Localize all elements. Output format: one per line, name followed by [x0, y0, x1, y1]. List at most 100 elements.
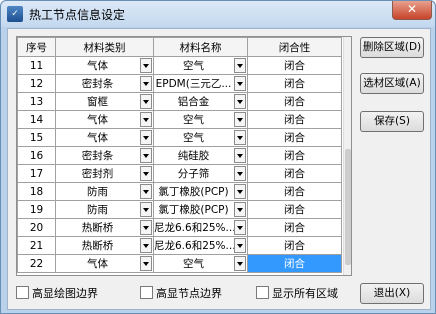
dropdown-arrow-icon[interactable] [234, 238, 246, 253]
closure-cell[interactable]: 闭合 [247, 200, 342, 219]
closure-cell[interactable]: 闭合 [247, 92, 342, 111]
category-select[interactable]: 气体 [55, 128, 154, 147]
dropdown-arrow-icon[interactable] [234, 94, 246, 109]
dropdown-arrow-icon[interactable] [234, 58, 246, 73]
dropdown-arrow-icon[interactable] [140, 94, 152, 109]
dropdown-arrow-icon[interactable] [140, 76, 152, 91]
closure-cell[interactable]: 闭合 [247, 218, 342, 237]
checkbox-label: 高显绘图边界 [32, 287, 98, 300]
dropdown-arrow-icon[interactable] [140, 166, 152, 181]
material-select[interactable]: 氯丁橡胶(PCP) [153, 200, 248, 219]
category-select[interactable]: 热断桥 [55, 236, 154, 255]
material-select[interactable]: 铝合金 [153, 92, 248, 111]
checkbox-box[interactable] [256, 286, 269, 299]
category-value: 防雨 [87, 186, 108, 198]
dropdown-arrow-icon[interactable] [140, 184, 152, 199]
table-row[interactable]: 22 气体 空气 闭合 [17, 254, 342, 273]
checkbox-label: 显示所有区域 [272, 287, 338, 300]
material-select[interactable]: EPDM(三元乙... [153, 74, 248, 93]
category-select[interactable]: 密封剂 [55, 164, 154, 183]
closure-cell[interactable]: 闭合 [247, 164, 342, 183]
dropdown-arrow-icon[interactable] [234, 202, 246, 217]
dropdown-arrow-icon[interactable] [234, 112, 246, 127]
table-row[interactable]: 21 热断桥 尼龙6.6和25%... 闭合 [17, 236, 342, 255]
dropdown-arrow-icon[interactable] [140, 130, 152, 145]
material-select[interactable]: 空气 [153, 254, 248, 273]
table-row[interactable]: 12 密封条 EPDM(三元乙... 闭合 [17, 74, 342, 93]
vertical-scrollbar[interactable] [343, 37, 351, 275]
dropdown-arrow-icon[interactable] [140, 202, 152, 217]
highlight-node-border-checkbox[interactable]: 高显节点边界 [140, 285, 222, 300]
node-table: 序号 材料类别 材料名称 闭合性 11 气体 空气 闭合 12 密封条 EPDM(三元乙..… [17, 37, 342, 273]
table-row[interactable]: 19 防雨 氯丁橡胶(PCP) 闭合 [17, 200, 342, 219]
category-select[interactable]: 防雨 [55, 200, 154, 219]
table-row[interactable]: 17 密封剂 分子筛 闭合 [17, 164, 342, 183]
table-row[interactable]: 11 气体 空气 闭合 [17, 56, 342, 75]
select-region-button[interactable]: 选材区域(A) [360, 73, 424, 94]
delete-region-button[interactable]: 删除区域(D) [360, 37, 424, 58]
closure-cell[interactable]: 闭合 [247, 128, 342, 147]
exit-button[interactable]: 退出(X) [360, 283, 424, 304]
category-select[interactable]: 密封条 [55, 74, 154, 93]
checkbox-box[interactable] [140, 286, 153, 299]
table-row[interactable]: 16 密封条 纯硅胶 闭合 [17, 146, 342, 165]
dropdown-arrow-icon[interactable] [234, 130, 246, 145]
material-select[interactable]: 氯丁橡胶(PCP) [153, 182, 248, 201]
material-select[interactable]: 尼龙6.6和25%... [153, 236, 248, 255]
material-select[interactable]: 分子筛 [153, 164, 248, 183]
highlight-draw-border-checkbox[interactable]: 高显绘图边界 [16, 285, 98, 300]
closure-cell[interactable]: 闭合 [247, 110, 342, 129]
close-icon[interactable]: ✕ [392, 1, 432, 20]
category-select[interactable]: 密封条 [55, 146, 154, 165]
category-select[interactable]: 防雨 [55, 182, 154, 201]
dropdown-arrow-icon[interactable] [234, 148, 246, 163]
checkbox-label: 高显节点边界 [156, 287, 222, 300]
table-row[interactable]: 14 气体 空气 闭合 [17, 110, 342, 129]
material-select[interactable]: 纯硅胶 [153, 146, 248, 165]
category-select[interactable]: 热断桥 [55, 218, 154, 237]
table-row[interactable]: 15 气体 空气 闭合 [17, 128, 342, 147]
dialog-body: 序号 材料类别 材料名称 闭合性 11 气体 空气 闭合 12 密封条 EPDM(三元乙..… [7, 28, 431, 310]
material-select[interactable]: 空气 [153, 128, 248, 147]
category-value: 气体 [87, 114, 108, 126]
material-select[interactable]: 空气 [153, 56, 248, 75]
closure-cell[interactable]: 闭合 [247, 182, 342, 201]
row-number: 12 [17, 74, 56, 93]
category-value: 防雨 [87, 204, 108, 216]
dropdown-arrow-icon[interactable] [140, 58, 152, 73]
closure-cell[interactable]: 闭合 [247, 56, 342, 75]
closure-cell[interactable]: 闭合 [247, 74, 342, 93]
show-all-regions-checkbox[interactable]: 显示所有区域 [256, 285, 338, 300]
table-row[interactable]: 18 防雨 氯丁橡胶(PCP) 闭合 [17, 182, 342, 201]
material-select[interactable]: 尼龙6.6和25%... [153, 218, 248, 237]
dropdown-arrow-icon[interactable] [140, 256, 152, 271]
material-select[interactable]: 空气 [153, 110, 248, 129]
dropdown-arrow-icon[interactable] [234, 184, 246, 199]
dropdown-arrow-icon[interactable] [140, 220, 152, 235]
closure-cell[interactable]: 闭合 [247, 146, 342, 165]
dropdown-arrow-icon[interactable] [140, 112, 152, 127]
dropdown-arrow-icon[interactable] [234, 256, 246, 271]
checkbox-box[interactable] [16, 286, 29, 299]
dropdown-arrow-icon[interactable] [234, 76, 246, 91]
category-select[interactable]: 气体 [55, 110, 154, 129]
category-select[interactable]: 气体 [55, 56, 154, 75]
dropdown-arrow-icon[interactable] [140, 148, 152, 163]
row-number: 19 [17, 200, 56, 219]
table-body: 11 气体 空气 闭合 12 密封条 EPDM(三元乙... 闭合 13 窗框 铝合金 闭合 14 气体空… [17, 56, 342, 273]
title-bar: ✓ 热工节点信息设定 ✕ [1, 1, 435, 27]
category-select[interactable]: 气体 [55, 254, 154, 273]
category-select[interactable]: 窗框 [55, 92, 154, 111]
dropdown-arrow-icon[interactable] [234, 166, 246, 181]
category-value: 热断桥 [81, 222, 114, 234]
save-button[interactable]: 保存(S) [360, 111, 424, 132]
row-number: 13 [17, 92, 56, 111]
dropdown-arrow-icon[interactable] [234, 220, 246, 235]
closure-cell[interactable]: 闭合 [247, 254, 342, 273]
scrollbar-thumb[interactable] [345, 149, 351, 265]
closure-cell[interactable]: 闭合 [247, 236, 342, 255]
table-row[interactable]: 20 热断桥 尼龙6.6和25%... 闭合 [17, 218, 342, 237]
category-value: 密封条 [81, 78, 114, 90]
dropdown-arrow-icon[interactable] [140, 238, 152, 253]
table-row[interactable]: 13 窗框 铝合金 闭合 [17, 92, 342, 111]
